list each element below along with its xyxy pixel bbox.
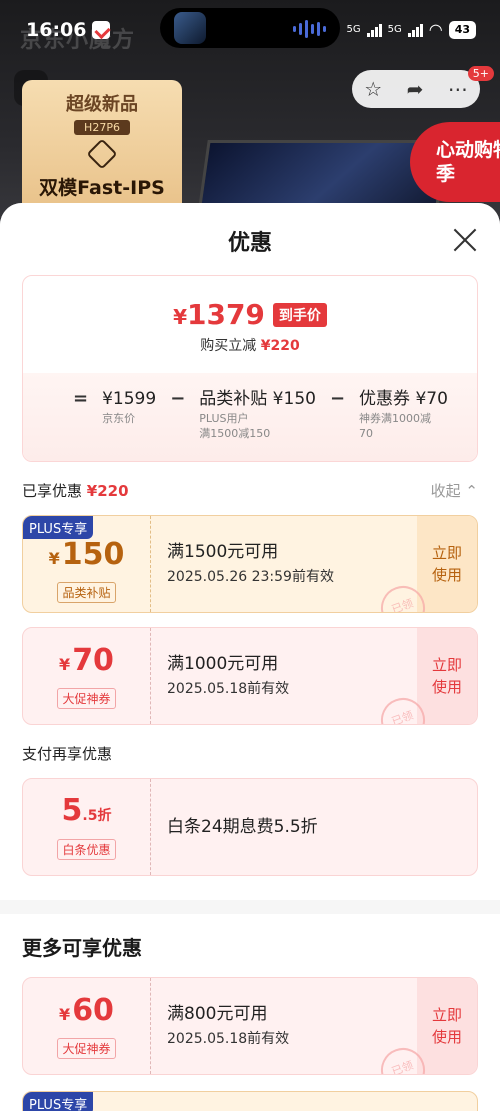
network-label-1: 5G bbox=[346, 24, 361, 35]
coupon-details: 白条24期息费5.5折 bbox=[167, 817, 318, 837]
coupon-details: 满800元可用 2025.05.18前有效 bbox=[167, 1004, 290, 1047]
plus-badge: PLUS专享 bbox=[23, 516, 94, 539]
share-icon[interactable]: ➦ bbox=[407, 77, 424, 101]
promo-kicker: 超级新品 bbox=[66, 94, 138, 115]
coupon-value: 5.5折 白条优惠 bbox=[23, 779, 151, 875]
equals-sign: = bbox=[73, 388, 89, 409]
status-time: 16:06 bbox=[26, 19, 87, 41]
battery-icon: 43 bbox=[448, 20, 476, 39]
use-now-button[interactable]: 立即 使用 bbox=[417, 516, 477, 612]
jd-notification-icon bbox=[92, 21, 111, 39]
more-icon[interactable]: ⋯ bbox=[448, 77, 468, 101]
network-label-2: 5G bbox=[387, 24, 402, 35]
coupon-value: ¥70 大促神券 bbox=[23, 628, 151, 724]
sheet-title: 优惠 bbox=[227, 231, 272, 256]
base-price-term: ¥1599 京东价 bbox=[102, 389, 157, 425]
favorite-star-icon[interactable]: ☆ bbox=[364, 77, 382, 101]
audio-wave-icon bbox=[293, 20, 326, 38]
instant-discount: 购买立减 ¥220 bbox=[200, 338, 300, 354]
promo-title: 双模Fast-IPS bbox=[39, 177, 165, 199]
price-top: ¥1379 到手价 购买立减 ¥220 bbox=[23, 276, 477, 373]
sheet-upper: 优惠 ¥1379 到手价 购买立减 ¥220 = ¥1599 京东价 − 品类补… bbox=[0, 203, 500, 900]
price-summary-card: ¥1379 到手价 购买立减 ¥220 = ¥1599 京东价 − 品类补贴 ¥… bbox=[22, 275, 478, 462]
more-discounts-title: 更多可享优惠 bbox=[22, 936, 142, 960]
enjoyed-discounts-row: 已享优惠 ¥220 收起 ⌃ bbox=[0, 480, 500, 501]
use-now-button[interactable]: 立即 使用 bbox=[417, 978, 477, 1074]
coupon-details: 满1000元可用 2025.05.18前有效 bbox=[167, 654, 290, 697]
top-actions: ☆ ➦ ⋯ bbox=[352, 70, 480, 108]
coupon-type: 白条优惠 bbox=[57, 839, 116, 860]
media-artwork bbox=[174, 12, 206, 44]
signal-icon bbox=[366, 23, 382, 37]
price-formula: = ¥1599 京东价 − 品类补贴 ¥150 PLUS用户 满1500减150… bbox=[23, 373, 477, 461]
enjoyed-label: 已享优惠 ¥220 bbox=[22, 482, 129, 500]
pay-discount-label: 支付再享优惠 bbox=[22, 745, 113, 763]
coupon-card[interactable]: ¥70 大促神券 满1000元可用 2025.05.18前有效 立即 使用 已领 bbox=[22, 627, 478, 725]
coupon-card[interactable]: PLUS专享 ¥150 品类补贴 满1500元可用 2025.05.26 23:… bbox=[22, 515, 478, 613]
message-count-badge: 5+ bbox=[467, 66, 494, 81]
use-now-button[interactable]: 立即 使用 bbox=[417, 628, 477, 724]
coupon-card[interactable]: PLUS专享 bbox=[22, 1091, 478, 1111]
close-icon[interactable] bbox=[452, 227, 478, 253]
coupon-card[interactable]: ¥60 大促神券 满800元可用 2025.05.18前有效 立即 使用 已领 bbox=[22, 977, 478, 1075]
signal-icon bbox=[407, 23, 423, 37]
coupon-type: 大促神券 bbox=[57, 687, 116, 709]
coupon-type: 品类补贴 bbox=[57, 581, 116, 603]
plus-badge: PLUS专享 bbox=[23, 1092, 94, 1111]
collapse-toggle[interactable]: 收起 ⌃ bbox=[431, 480, 478, 501]
coupon-term: 优惠券 ¥70 神券满1000减 70 bbox=[359, 389, 448, 440]
coupon-value: ¥60 大促神券 bbox=[23, 978, 151, 1074]
minus-sign: − bbox=[170, 388, 186, 409]
campaign-seal: 心动购物季 bbox=[410, 122, 500, 202]
wifi-icon: ◠ bbox=[428, 20, 443, 39]
more-discounts-section: 更多可享优惠 ¥60 大促神券 满800元可用 2025.05.18前有效 立即… bbox=[0, 914, 500, 1111]
final-price-tag: 到手价 bbox=[272, 302, 327, 327]
status-indicators: 5G 5G ◠ 43 bbox=[346, 20, 476, 39]
coupon-details: 满1500元可用 2025.05.26 23:59前有效 bbox=[167, 542, 334, 585]
cube-logo-icon bbox=[86, 138, 118, 170]
discount-sheet: 优惠 ¥1379 到手价 购买立减 ¥220 = ¥1599 京东价 − 品类补… bbox=[0, 203, 500, 1111]
promo-model: H27P6 bbox=[74, 120, 130, 135]
baitiao-offer-card[interactable]: 5.5折 白条优惠 白条24期息费5.5折 bbox=[22, 778, 478, 876]
final-price: ¥1379 bbox=[173, 298, 265, 331]
sheet-header: 优惠 bbox=[0, 203, 500, 275]
coupon-type: 大促神券 bbox=[57, 1037, 116, 1059]
dynamic-island[interactable] bbox=[160, 8, 340, 48]
minus-sign: − bbox=[329, 388, 346, 409]
subsidy-term: 品类补贴 ¥150 PLUS用户 满1500减150 bbox=[199, 389, 316, 440]
